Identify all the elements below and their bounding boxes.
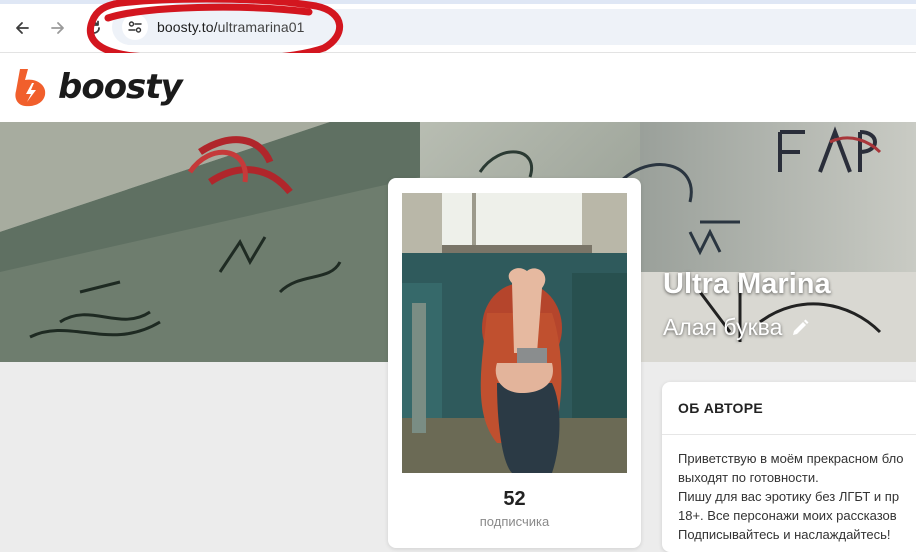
boosty-logo-text: boosty (58, 67, 183, 107)
creator-subtitle: Алая буква (663, 314, 810, 341)
url-path: ultramarina01 (217, 19, 305, 35)
about-line: Подписывайтесь и наслаждайтесь! (678, 527, 891, 542)
site-header: boosty (0, 53, 916, 122)
site-info-icon (128, 21, 142, 33)
about-title: ОБ АВТОРЕ (678, 400, 763, 416)
back-button[interactable] (8, 14, 36, 42)
pencil-icon[interactable] (790, 318, 810, 338)
about-line: выходят по готовности. (678, 470, 819, 485)
back-arrow-icon (16, 22, 29, 34)
tab-strip-edge (0, 0, 916, 4)
subscribers-label: подписчика (479, 514, 550, 529)
url-text[interactable]: boosty.to/ultramarina01 (157, 19, 305, 35)
creator-subtitle-text: Алая буква (663, 314, 783, 340)
avatar-image (402, 193, 627, 473)
boosty-logo-icon (15, 69, 46, 107)
forward-arrow-icon (51, 22, 64, 34)
forward-button[interactable] (44, 14, 72, 42)
profile-card: 52 подписчика (388, 178, 641, 548)
about-line: Пишу для вас эротику без ЛГБТ и пр (678, 489, 900, 504)
about-line: Приветствую в моём прекрасном бло (678, 451, 904, 466)
creator-name: Ultra Marina (663, 268, 831, 300)
avatar[interactable] (402, 193, 627, 473)
browser-toolbar: boosty.to/ultramarina01 (0, 0, 916, 64)
divider (662, 434, 916, 435)
about-author-card: ОБ АВТОРЕ Приветствую в моём прекрасном … (662, 382, 916, 552)
site-info-button[interactable] (122, 14, 148, 40)
subscribers-count: 52 (503, 488, 526, 510)
boosty-logo[interactable]: boosty (14, 67, 183, 107)
address-bar[interactable]: boosty.to/ultramarina01 (112, 9, 916, 45)
about-line: 18+. Все персонажи моих рассказов (678, 508, 897, 523)
reload-icon (88, 20, 100, 34)
url-host: boosty.to/ (157, 19, 218, 35)
reload-button[interactable] (80, 14, 108, 42)
about-description: Приветствую в моём прекрасном бло выходя… (678, 449, 916, 544)
